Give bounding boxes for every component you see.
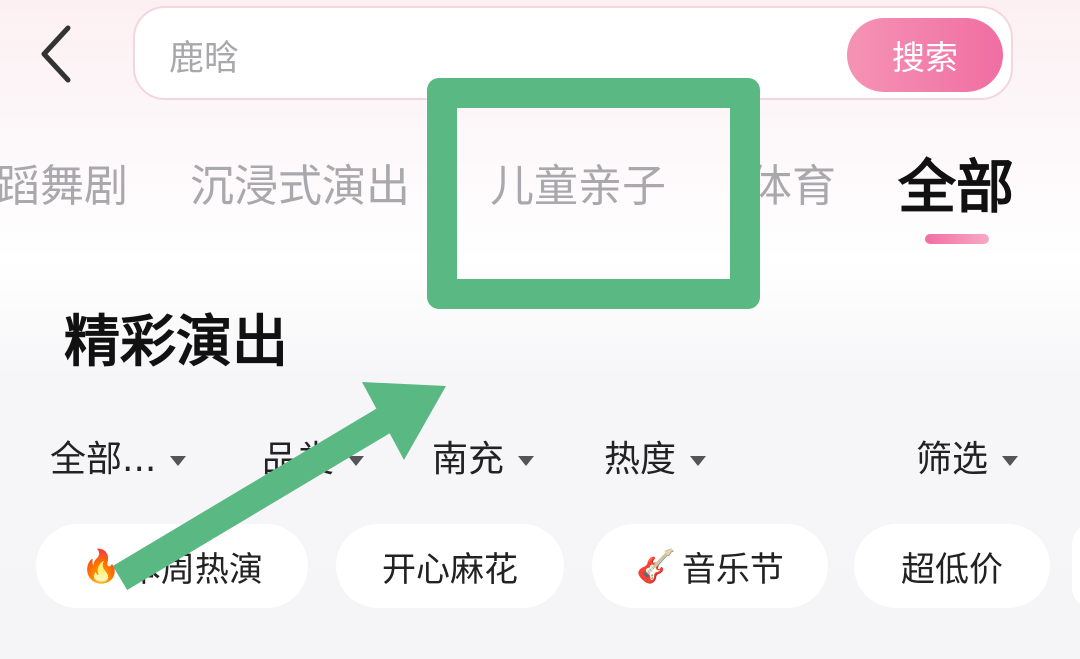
back-arrow-icon[interactable]: [30, 22, 86, 86]
caret-down-icon: [518, 456, 535, 466]
guitar-icon: 🎸: [636, 547, 676, 585]
filter-more-label: 筛选: [916, 439, 989, 480]
tab-immersive[interactable]: 沉浸式演出: [190, 158, 410, 216]
filter-city-label: 南充: [432, 439, 505, 480]
filter-popularity-label: 热度: [604, 439, 677, 480]
filter-city[interactable]: 南充: [432, 438, 535, 482]
caret-down-icon: [348, 456, 365, 466]
tab-all[interactable]: 全部: [898, 152, 1014, 222]
tab-sports[interactable]: 体育: [748, 158, 836, 216]
chip-music-festival[interactable]: 🎸 音乐节: [592, 524, 828, 608]
filter-area-label: 全部...: [50, 439, 157, 480]
chip-mahua[interactable]: 开心麻花: [336, 524, 564, 608]
section-title: 精彩演出: [64, 310, 288, 375]
filter-category-label: 品类: [262, 439, 335, 480]
tab-dance-drama[interactable]: 蹈舞剧: [0, 158, 128, 216]
chip-low-price[interactable]: 超低价: [854, 524, 1050, 608]
caret-down-icon: [170, 456, 187, 466]
search-button[interactable]: 搜索: [847, 18, 1003, 92]
search-input[interactable]: 鹿晗: [169, 30, 239, 81]
chip-label: 开心麻花: [382, 549, 518, 590]
caret-down-icon: [690, 456, 707, 466]
chip-label: 本周热演: [126, 549, 263, 590]
filter-popularity[interactable]: 热度: [604, 438, 707, 482]
annotation-highlight-box: [427, 78, 760, 309]
chip-label: 音乐节: [681, 549, 784, 590]
chip-label: 超低价: [901, 549, 1003, 590]
chip-weekly-hot[interactable]: 🔥 本周热演: [36, 524, 308, 608]
filter-category[interactable]: 品类: [262, 438, 365, 482]
filter-more[interactable]: 筛选: [916, 438, 1019, 482]
active-tab-indicator: [925, 234, 989, 244]
filter-area[interactable]: 全部...: [50, 438, 187, 482]
caret-down-icon: [1002, 456, 1019, 466]
fire-icon: 🔥: [81, 547, 121, 585]
chip-partial[interactable]: [1072, 524, 1080, 608]
